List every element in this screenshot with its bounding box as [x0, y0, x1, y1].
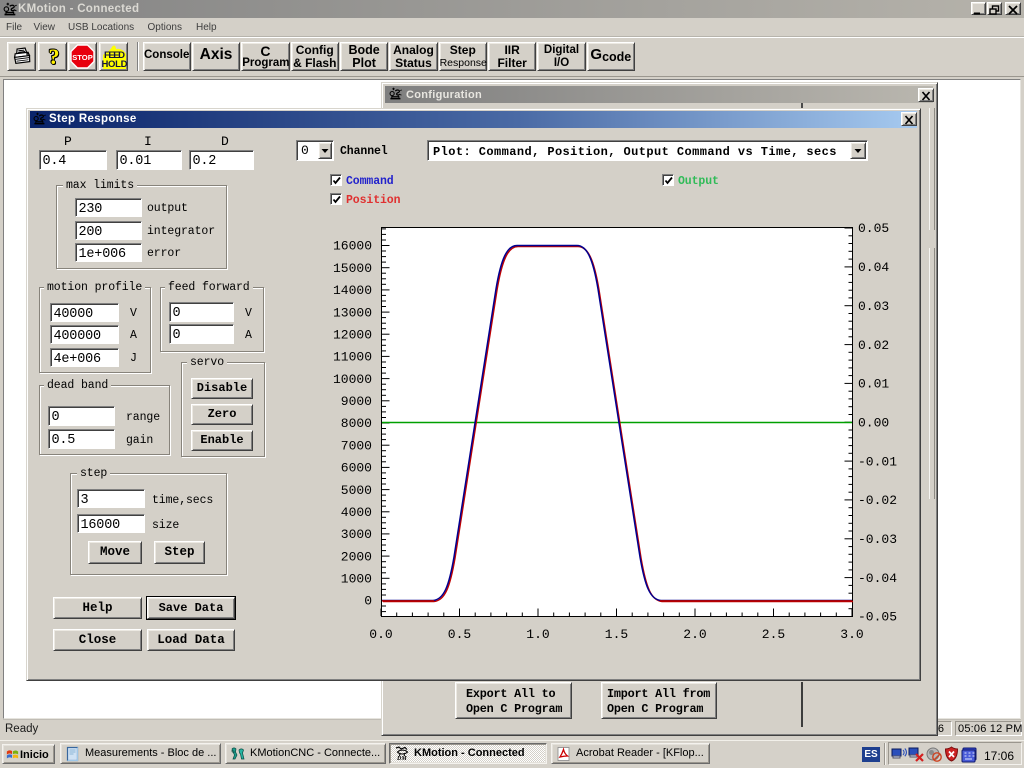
svg-text:7000: 7000	[341, 438, 372, 453]
svg-text:0.01: 0.01	[858, 377, 889, 392]
svg-text:1000: 1000	[341, 572, 372, 587]
svg-text:0.03: 0.03	[858, 299, 889, 314]
svg-text:1.0: 1.0	[526, 627, 549, 642]
svg-text:12000: 12000	[333, 327, 372, 342]
svg-text:3000: 3000	[341, 527, 372, 542]
svg-text:-0.03: -0.03	[858, 532, 897, 547]
svg-text:2.0: 2.0	[683, 627, 706, 642]
svg-text:0.00: 0.00	[858, 415, 889, 430]
svg-text:DM: DM	[396, 756, 407, 761]
svg-text:2.5: 2.5	[762, 627, 785, 642]
svg-text:6000: 6000	[341, 461, 372, 476]
svg-text:10000: 10000	[333, 372, 372, 387]
svg-text:%: %	[231, 749, 235, 754]
svg-text:1.5: 1.5	[605, 627, 628, 642]
svg-text:0.05: 0.05	[858, 221, 889, 236]
svg-text:-0.05: -0.05	[858, 610, 897, 625]
svg-text:16000: 16000	[333, 239, 372, 254]
svg-text:0: 0	[364, 594, 372, 609]
svg-text:-0.02: -0.02	[858, 493, 897, 508]
svg-text:0.0: 0.0	[369, 627, 392, 642]
svg-text:2000: 2000	[341, 549, 372, 564]
svg-text:15000: 15000	[333, 261, 372, 276]
svg-text:5000: 5000	[341, 483, 372, 498]
svg-text:0.02: 0.02	[858, 338, 889, 353]
svg-text:9000: 9000	[341, 394, 372, 409]
svg-text:-0.04: -0.04	[858, 571, 897, 586]
svg-text:0.5: 0.5	[448, 627, 471, 642]
svg-text:13000: 13000	[333, 305, 372, 320]
svg-text:8000: 8000	[341, 416, 372, 431]
svg-text:4000: 4000	[341, 505, 372, 520]
svg-text:HOLD: HOLD	[102, 59, 128, 70]
svg-text:STOP: STOP	[72, 53, 93, 62]
svg-text:3.0: 3.0	[840, 627, 863, 642]
svg-text:14000: 14000	[333, 283, 372, 298]
svg-text:11000: 11000	[333, 350, 372, 365]
svg-text:-0.01: -0.01	[858, 454, 897, 469]
svg-text:0.04: 0.04	[858, 260, 889, 275]
